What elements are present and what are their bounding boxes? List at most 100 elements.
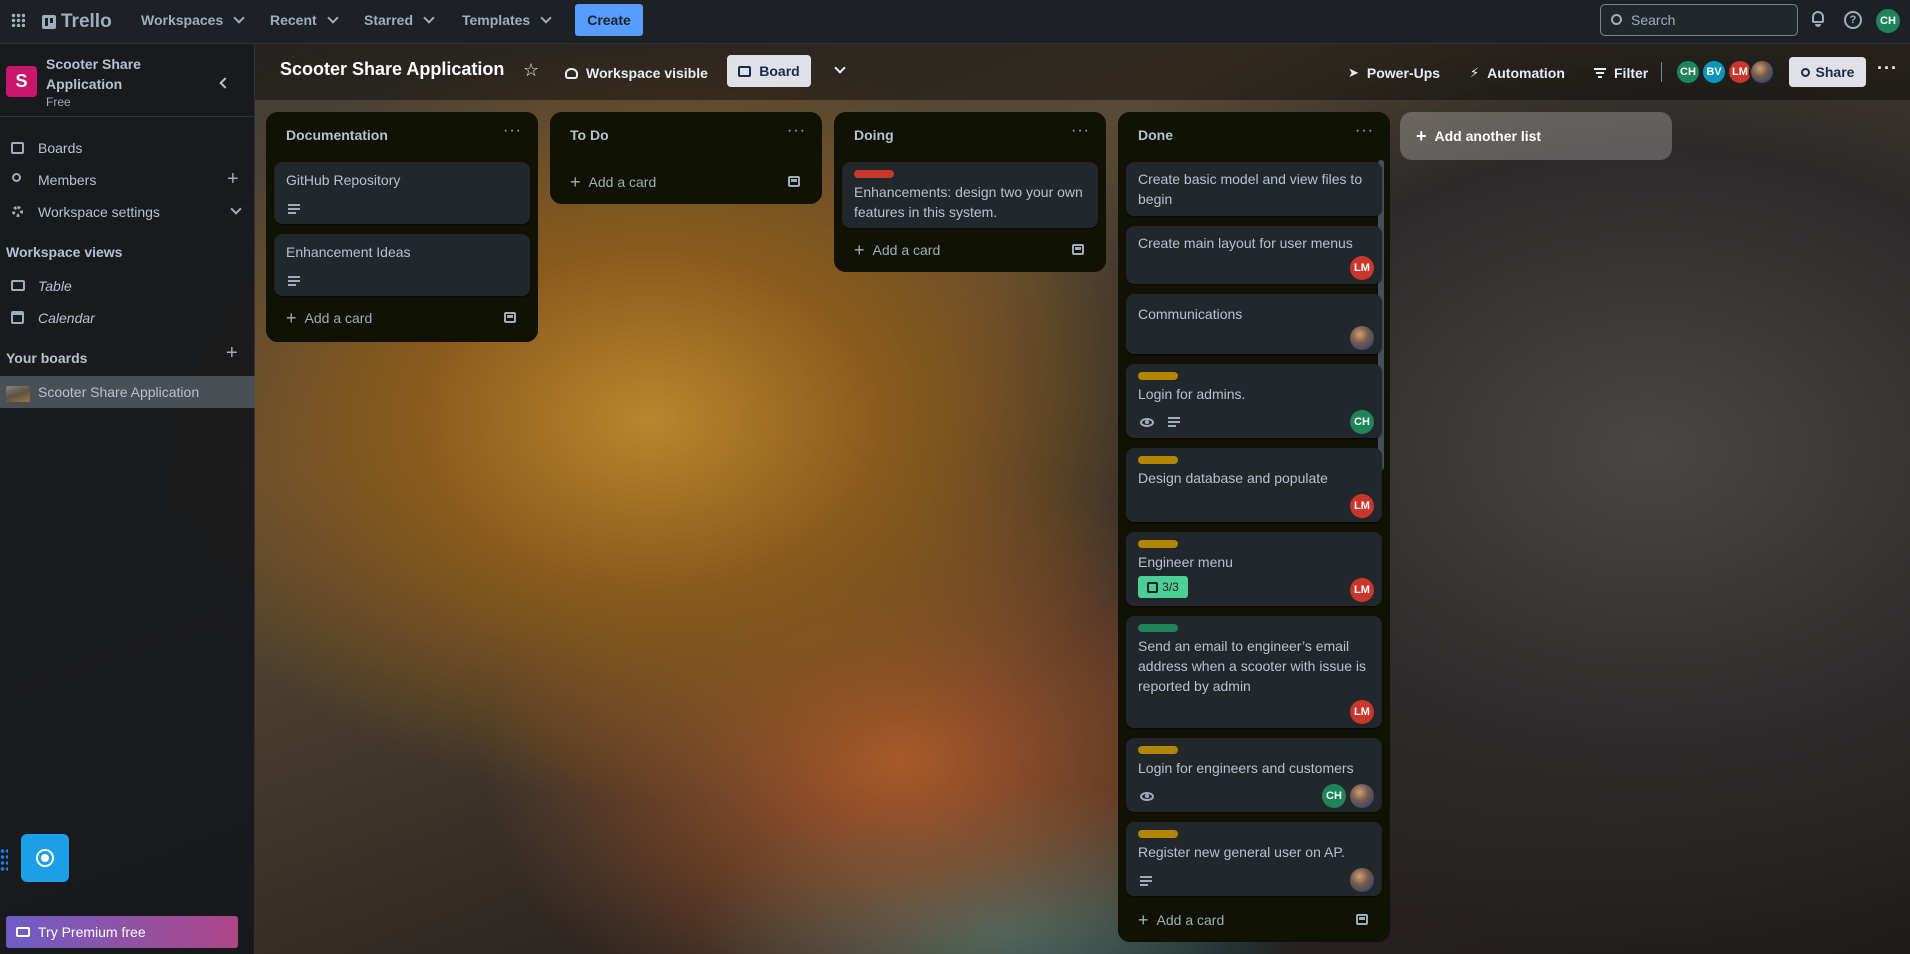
card-label-green[interactable] [1138,624,1178,632]
card[interactable]: Communications [1126,294,1382,354]
sidebar-board-scooter-share[interactable]: Scooter Share Application [0,376,255,408]
list-menu-icon[interactable]: ··· [1071,122,1090,140]
chevron-down-icon [834,62,846,74]
member-avatar[interactable]: BV [1701,59,1727,85]
workspaces-menu[interactable]: Workspaces [141,8,245,32]
starred-label: Starred [364,12,414,28]
share-label: Share [1815,64,1855,80]
workspace-avatar[interactable]: S [6,66,37,97]
add-card-button[interactable]: + Add a card [558,166,814,198]
templates-menu[interactable]: Templates [462,8,552,32]
card[interactable]: Enhancements: design two your own featur… [842,162,1098,228]
filter-button[interactable]: Filter [1594,58,1648,88]
screen-record-button[interactable] [21,834,69,882]
card-member-avatar[interactable]: LM [1350,256,1374,280]
automation-button[interactable]: ⚡ Automation [1470,58,1565,88]
list-title[interactable]: Documentation [286,127,388,143]
list-title[interactable]: To Do [570,127,609,143]
add-card-label: Add a card [588,174,657,190]
drag-handle[interactable] [0,848,8,872]
list-title[interactable]: Doing [854,127,894,143]
card-member-avatar[interactable]: CH [1350,410,1374,434]
share-button[interactable]: Share [1789,57,1866,87]
templates-label: Templates [462,12,531,28]
card-template-icon[interactable] [1072,244,1084,255]
card-member-avatar-photo[interactable] [1350,326,1374,350]
board-view-button[interactable]: Board [727,55,811,87]
card[interactable]: Create basic model and view files to beg… [1126,162,1382,216]
card[interactable]: Login for engineers and customers CH [1126,738,1382,812]
card[interactable]: GitHub Repository [274,162,530,224]
help-icon[interactable]: ? [1844,11,1862,29]
starred-menu[interactable]: Starred [364,8,435,32]
card-label-yellow[interactable] [1138,540,1178,548]
add-card-button[interactable]: + Add a card [274,302,530,334]
sidebar-item-label: Boards [38,140,83,156]
search-input[interactable]: Search [1600,4,1798,36]
sidebar-item-label: Calendar [38,310,95,326]
add-list-button[interactable]: + Add another list [1400,112,1672,160]
user-avatar[interactable]: CH [1876,9,1900,33]
sidebar-item-workspace-settings[interactable]: Workspace settings [0,196,255,228]
create-button[interactable]: Create [575,4,643,36]
trello-logo-icon [42,15,56,29]
add-card-button[interactable]: + Add a card [1126,904,1382,936]
sidebar-item-boards[interactable]: Boards [0,132,255,164]
card[interactable]: Create main layout for user menus LM [1126,226,1382,284]
card-template-icon[interactable] [504,312,516,323]
try-premium-button[interactable]: Try Premium free [6,916,238,948]
card-label-yellow[interactable] [1138,830,1178,838]
trello-logo[interactable]: Trello [42,11,112,33]
card-member-avatar-photo[interactable] [1350,784,1374,808]
card-label-yellow[interactable] [1138,456,1178,464]
app-switcher-icon[interactable] [11,13,25,27]
member-avatar[interactable]: CH [1675,59,1701,85]
sidebar-item-label: Table [38,278,72,294]
add-card-label: Add a card [872,242,941,258]
card-member-avatar[interactable]: LM [1350,700,1374,724]
card-label-red[interactable] [854,170,894,178]
sidebar-item-table[interactable]: Table [0,270,255,302]
visibility-button[interactable]: Workspace visible [565,58,708,88]
list-menu-icon[interactable]: ··· [787,122,806,140]
recent-menu[interactable]: Recent [270,8,339,32]
card[interactable]: Send an email to engineer’s email addres… [1126,616,1382,728]
sidebar-item-calendar[interactable]: Calendar [0,302,255,334]
chevron-down-icon[interactable] [230,203,242,215]
card-title: Enhancements: design two your own featur… [854,184,1083,220]
card-member-avatar[interactable]: LM [1350,578,1374,602]
card[interactable]: Engineer menu 3/3 LM [1126,532,1382,606]
card-member-avatar-photo[interactable] [1350,868,1374,892]
more-options-icon[interactable]: ··· [1877,58,1898,79]
checklist-count: 3/3 [1162,580,1179,594]
list-menu-icon[interactable]: ··· [1355,122,1374,140]
notifications-icon[interactable] [1810,10,1826,28]
add-board-icon[interactable]: + [226,342,238,365]
app-name: Trello [61,11,112,32]
star-icon[interactable]: ☆ [523,60,539,81]
card-label-yellow[interactable] [1138,746,1178,754]
card[interactable]: Enhancement Ideas [274,234,530,296]
workspace-name[interactable]: Scooter Share Application [46,54,166,94]
views-dropdown-button[interactable] [821,58,849,86]
list-menu-icon[interactable]: ··· [503,122,522,140]
sidebar-item-label: Members [38,172,97,188]
card-label-yellow[interactable] [1138,372,1178,380]
card[interactable]: Login for admins. CH [1126,364,1382,438]
list-documentation: Documentation ··· GitHub Repository Enha… [266,112,538,342]
card-member-avatar[interactable]: LM [1350,494,1374,518]
card[interactable]: Design database and populate LM [1126,448,1382,522]
collapse-sidebar-button[interactable] [212,71,236,95]
list-title[interactable]: Done [1138,127,1173,143]
card-member-avatar[interactable]: CH [1322,784,1346,808]
add-card-button[interactable]: + Add a card [842,234,1098,266]
power-ups-button[interactable]: ➤ Power-Ups [1348,58,1440,88]
card-title: Create basic model and view files to beg… [1138,171,1363,207]
sidebar-item-members[interactable]: Members + [0,164,255,196]
board-title[interactable]: Scooter Share Application [280,59,504,80]
card[interactable]: Register new general user on AP. [1126,822,1382,896]
member-avatar-photo[interactable] [1749,59,1775,85]
card-template-icon[interactable] [1356,914,1368,925]
card-template-icon[interactable] [788,176,800,187]
add-member-icon[interactable]: + [227,168,239,191]
